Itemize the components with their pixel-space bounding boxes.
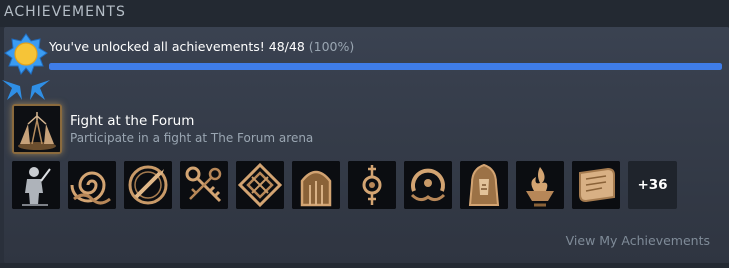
- featured-achievement-description: Participate in a fight at The Forum aren…: [70, 131, 314, 145]
- scroll-icon[interactable]: [572, 161, 620, 209]
- spiral-waves-icon[interactable]: [68, 161, 116, 209]
- achievement-progress-bar: [49, 63, 722, 70]
- knot-diamond-icon[interactable]: [236, 161, 284, 209]
- achievements-header: ACHIEVEMENTS: [0, 0, 729, 27]
- keys-icon[interactable]: [180, 161, 228, 209]
- unlock-summary: You've unlocked all achievements! 48/48 …: [49, 39, 354, 54]
- arched-door-icon[interactable]: [292, 161, 340, 209]
- forum-arena-icon[interactable]: [12, 104, 62, 154]
- shield-spear-icon[interactable]: [124, 161, 172, 209]
- more-achievements-badge[interactable]: +36: [628, 161, 677, 209]
- achievement-icon-row: +36: [12, 161, 682, 209]
- unlock-percent: (100%): [308, 39, 355, 54]
- progress-fill: [49, 63, 722, 70]
- medal-icon: [2, 33, 50, 100]
- fire-bowl-icon[interactable]: [516, 161, 564, 209]
- section-title: ACHIEVEMENTS: [4, 4, 126, 20]
- warrior-statue-icon[interactable]: [12, 161, 60, 209]
- view-my-achievements-link[interactable]: View My Achievements: [566, 233, 710, 248]
- ornate-key-icon[interactable]: [348, 161, 396, 209]
- serpent-ring-icon[interactable]: [404, 161, 452, 209]
- featured-achievement-title: Fight at the Forum: [70, 113, 195, 129]
- hooded-elder-icon[interactable]: [460, 161, 508, 209]
- bottom-divider: [0, 263, 729, 268]
- unlock-summary-text: You've unlocked all achievements! 48/48: [49, 39, 305, 54]
